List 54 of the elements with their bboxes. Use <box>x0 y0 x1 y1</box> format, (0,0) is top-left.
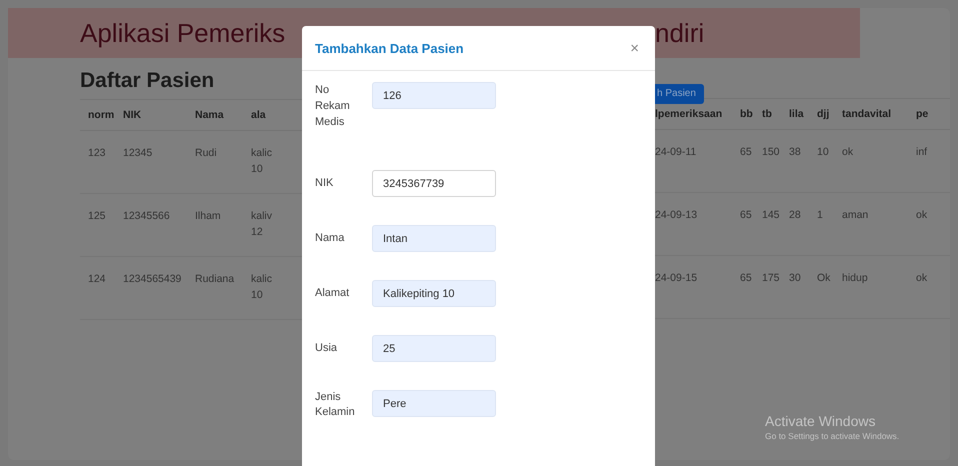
table-cell: 10 <box>817 130 842 193</box>
field-label: Alamat <box>315 286 350 301</box>
field-label: NIK <box>315 176 334 191</box>
notice-title: Activate Windows <box>765 413 876 429</box>
table-cell: hidup <box>842 256 916 319</box>
column-header: Nama <box>195 100 251 131</box>
table-cell: 12345 <box>123 131 195 194</box>
column-header: tandavital <box>842 99 916 130</box>
table-cell: 28 <box>789 193 817 256</box>
table-cell: inf <box>916 130 950 193</box>
close-button[interactable]: × <box>628 40 641 56</box>
table-cell: ok <box>842 130 916 193</box>
column-header: djj <box>817 99 842 130</box>
table-cell: ok <box>916 256 950 319</box>
table-cell: Rudiana <box>195 257 251 320</box>
table-cell: 65 <box>740 256 762 319</box>
notice-text: Go to Settings to activate Windows. <box>765 431 900 441</box>
input-field[interactable]: Intan <box>372 225 496 252</box>
table-cell: 65 <box>740 130 762 193</box>
input-field[interactable]: Pere <box>372 390 496 417</box>
table-cell: 150 <box>762 130 789 193</box>
table-cell: 125 <box>80 194 123 257</box>
table-cell: 1234565439 <box>123 257 195 320</box>
table-cell: aman <box>842 193 916 256</box>
table-cell: 124 <box>80 257 123 320</box>
table-cell: Ok <box>817 256 842 319</box>
column-header: bb <box>740 99 762 130</box>
table-cell: 145 <box>762 193 789 256</box>
table-cell: Rudi <box>195 131 251 194</box>
input-field[interactable]: 126 <box>372 82 496 109</box>
table-cell: ok <box>916 193 950 256</box>
column-header: tb <box>762 99 789 130</box>
table-cell: 1 <box>817 193 842 256</box>
table-cell: 175 <box>762 256 789 319</box>
field-label: Nama <box>315 231 346 246</box>
field-label: Usia <box>315 341 338 356</box>
table-cell: Ilham <box>195 194 251 257</box>
input-field[interactable]: 3245367739 <box>372 170 496 197</box>
column-header: norm <box>80 100 123 131</box>
field-label: Jenis Kelamin <box>315 390 356 420</box>
table-cell: 123 <box>80 131 123 194</box>
column-header: NIK <box>123 100 195 131</box>
table-cell: 30 <box>789 256 817 319</box>
input-field[interactable]: Kalikepiting 10 <box>372 280 496 307</box>
field-label: No Rekam Medis <box>315 83 351 130</box>
input-field[interactable]: 25 <box>372 335 496 362</box>
column-header: pe <box>916 99 950 130</box>
table-cell: 38 <box>789 130 817 193</box>
table-cell: 65 <box>740 193 762 256</box>
app-title: Aplikasi Pemeriks <box>80 18 286 48</box>
column-header: lila <box>789 99 817 130</box>
dialog-title: Tambahkan Data Pasien <box>315 40 464 56</box>
table-cell: 12345566 <box>123 194 195 257</box>
app-title: ndiri <box>655 18 704 48</box>
